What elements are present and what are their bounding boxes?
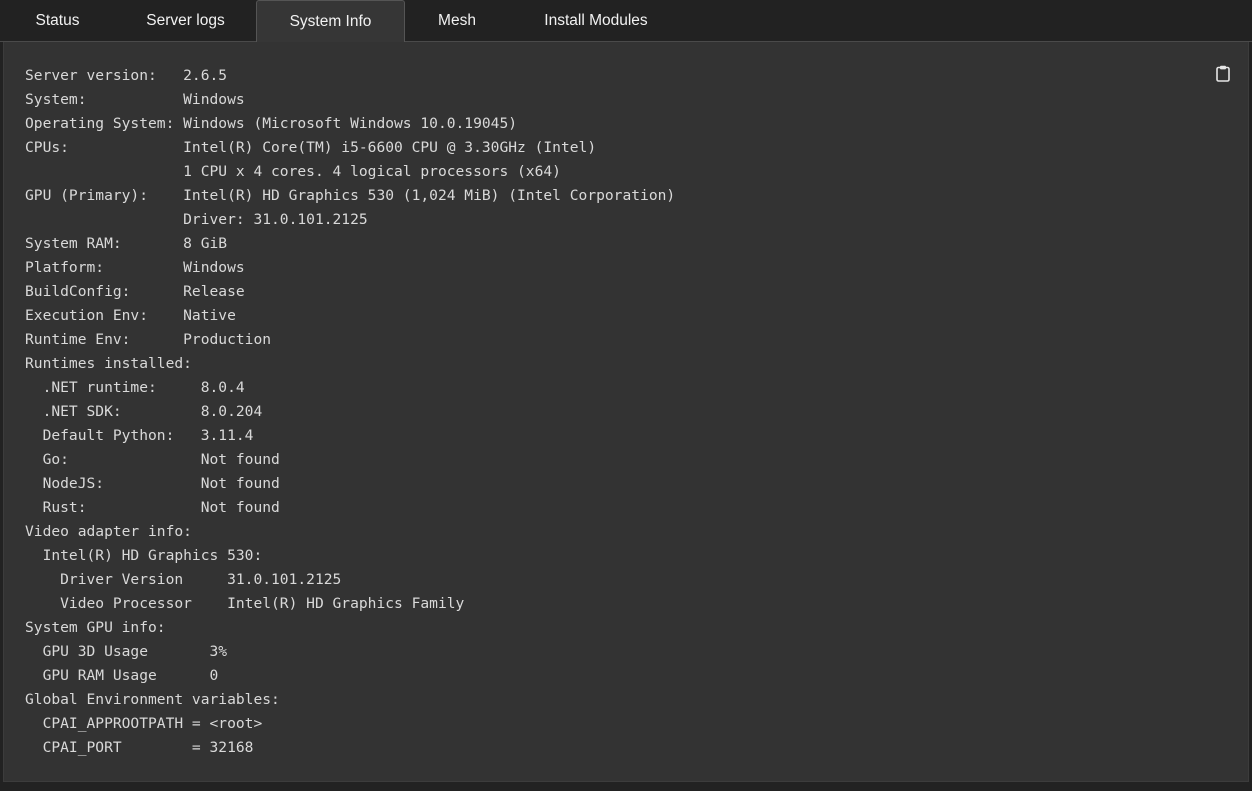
info-line-global-env-vars: Global Environment variables:	[25, 691, 280, 708]
info-line-driver-version: Driver Version 31.0.101.2125	[25, 571, 342, 588]
info-line-platform: Platform: Windows	[25, 259, 245, 276]
info-line-cpai-port: CPAI_PORT = 32168	[25, 739, 254, 756]
copy-to-clipboard-button[interactable]	[1216, 65, 1234, 85]
info-line-execution-env: Execution Env: Native	[25, 307, 236, 324]
info-line-server-version: Server version: 2.6.5	[25, 67, 228, 84]
info-line-cpu-cores: 1 CPU x 4 cores. 4 logical processors (x…	[25, 163, 561, 180]
info-line-gpu-primary: GPU (Primary): Intel(R) HD Graphics 530 …	[25, 187, 676, 204]
info-line-cpai-approotpath: CPAI_APPROOTPATH = <root>	[25, 715, 263, 732]
info-line-system: System: Windows	[25, 91, 245, 108]
tab-system-info[interactable]: System Info	[256, 0, 405, 43]
tab-status[interactable]: Status	[0, 0, 115, 42]
info-line-nodejs: NodeJS: Not found	[25, 475, 280, 492]
info-line-runtimes-installed: Runtimes installed:	[25, 355, 192, 372]
system-info-text: Server version: 2.6.5 System: Windows Oper…	[25, 64, 675, 760]
info-line-gpu-driver: Driver: 31.0.101.2125	[25, 211, 368, 228]
info-line-video-processor: Video Processor Intel(R) HD Graphics Fam…	[25, 595, 465, 612]
info-line-go: Go: Not found	[25, 451, 280, 468]
tab-bar: Status Server logs System Info Mesh Inst…	[0, 0, 1252, 43]
info-line-video-adapter-info: Video adapter info:	[25, 523, 192, 540]
info-line-build-config: BuildConfig: Release	[25, 283, 245, 300]
info-line-default-python: Default Python: 3.11.4	[25, 427, 254, 444]
tab-server-logs[interactable]: Server logs	[115, 0, 256, 42]
info-line-system-gpu-info: System GPU info:	[25, 619, 166, 636]
info-line-rust: Rust: Not found	[25, 499, 280, 516]
info-line-dotnet-runtime: .NET runtime: 8.0.4	[25, 379, 245, 396]
system-info-panel: Server version: 2.6.5 System: Windows Oper…	[3, 42, 1249, 782]
info-line-operating-system: Operating System: Windows (Microsoft Win…	[25, 115, 518, 132]
info-line-gpu-3d-usage: GPU 3D Usage 3%	[25, 643, 228, 660]
clipboard-icon	[1216, 65, 1230, 82]
info-line-gpu-ram-usage: GPU RAM Usage 0	[25, 667, 219, 684]
info-line-video-adapter-name: Intel(R) HD Graphics 530:	[25, 547, 263, 564]
info-line-system-ram: System RAM: 8 GiB	[25, 235, 228, 252]
info-line-cpus: CPUs: Intel(R) Core(TM) i5-6600 CPU @ 3.…	[25, 139, 597, 156]
tab-mesh[interactable]: Mesh	[405, 0, 509, 42]
info-line-runtime-env: Runtime Env: Production	[25, 331, 272, 348]
tab-install-modules[interactable]: Install Modules	[509, 0, 683, 42]
info-line-dotnet-sdk: .NET SDK: 8.0.204	[25, 403, 263, 420]
system-info-window: Status Server logs System Info Mesh Inst…	[0, 0, 1252, 791]
